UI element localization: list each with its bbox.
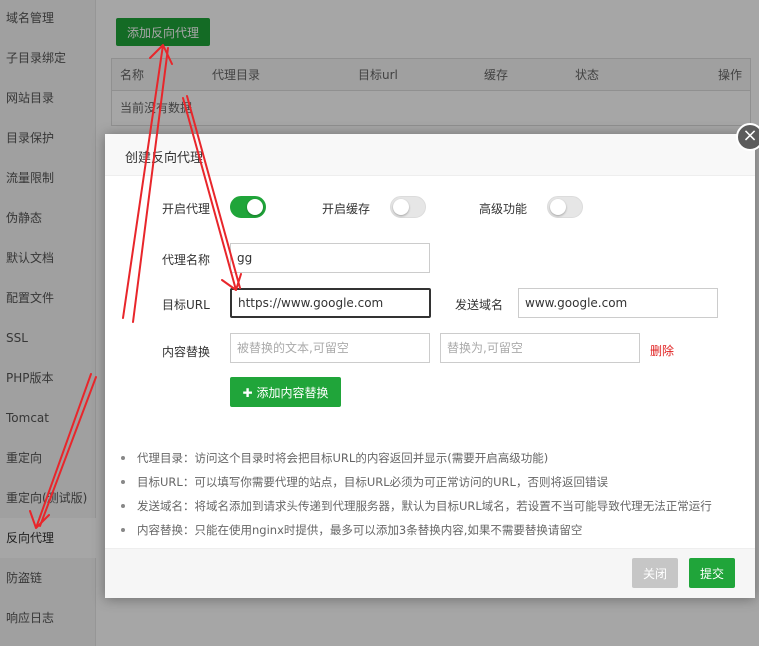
toggle-knob: [550, 199, 566, 215]
send-domain-label: 发送域名: [455, 298, 504, 312]
proxy-name-input[interactable]: [230, 243, 430, 273]
enable-cache-toggle[interactable]: [390, 196, 426, 218]
create-reverse-proxy-dialog: 创建反向代理 开启代理 开启缓存 高级功能 代理名称 目标URL 发送域名 内容…: [105, 134, 755, 598]
close-button[interactable]: 关闭: [632, 558, 678, 588]
advanced-label: 高级功能: [479, 202, 528, 216]
replace-to-input[interactable]: [440, 333, 640, 363]
toggle-knob: [393, 199, 409, 215]
close-icon[interactable]: ×: [736, 123, 759, 151]
advanced-toggle[interactable]: [547, 196, 583, 218]
target-url-input[interactable]: [230, 288, 431, 318]
enable-proxy-label: 开启代理: [162, 202, 211, 216]
proxy-name-label: 代理名称: [162, 253, 211, 267]
tip-target-url: 目标URL：可以填写你需要代理的站点，目标URL必须为可正常访问的URL，否则将…: [119, 470, 749, 494]
dialog-header: 创建反向代理: [105, 134, 755, 176]
submit-button[interactable]: 提交: [689, 558, 735, 588]
delete-replace-link[interactable]: 删除: [650, 342, 674, 359]
content-replace-label: 内容替换: [162, 345, 211, 359]
add-content-replace-button[interactable]: ✚ 添加内容替换: [230, 377, 341, 407]
dialog-title: 创建反向代理: [125, 151, 204, 166]
dialog-footer: 关闭 提交: [105, 548, 755, 598]
plus-icon: ✚: [242, 385, 253, 400]
tip-proxy-dir: 代理目录：访问这个目录时将会把目标URL的内容返回并显示(需要开启高级功能): [119, 446, 749, 470]
replace-from-input[interactable]: [230, 333, 430, 363]
help-tips: 代理目录：访问这个目录时将会把目标URL的内容返回并显示(需要开启高级功能) 目…: [119, 446, 749, 542]
toggle-knob: [247, 199, 263, 215]
send-domain-input[interactable]: [518, 288, 718, 318]
enable-proxy-toggle[interactable]: [230, 196, 266, 218]
add-content-replace-label: 添加内容替换: [256, 385, 329, 400]
enable-cache-label: 开启缓存: [322, 202, 371, 216]
tip-send-domain: 发送域名：将域名添加到请求头传递到代理服务器，默认为目标URL域名，若设置不当可…: [119, 494, 749, 518]
target-url-label: 目标URL: [162, 298, 210, 312]
tip-content-replace: 内容替换：只能在使用nginx时提供，最多可以添加3条替换内容,如果不需要替换请…: [119, 518, 749, 542]
